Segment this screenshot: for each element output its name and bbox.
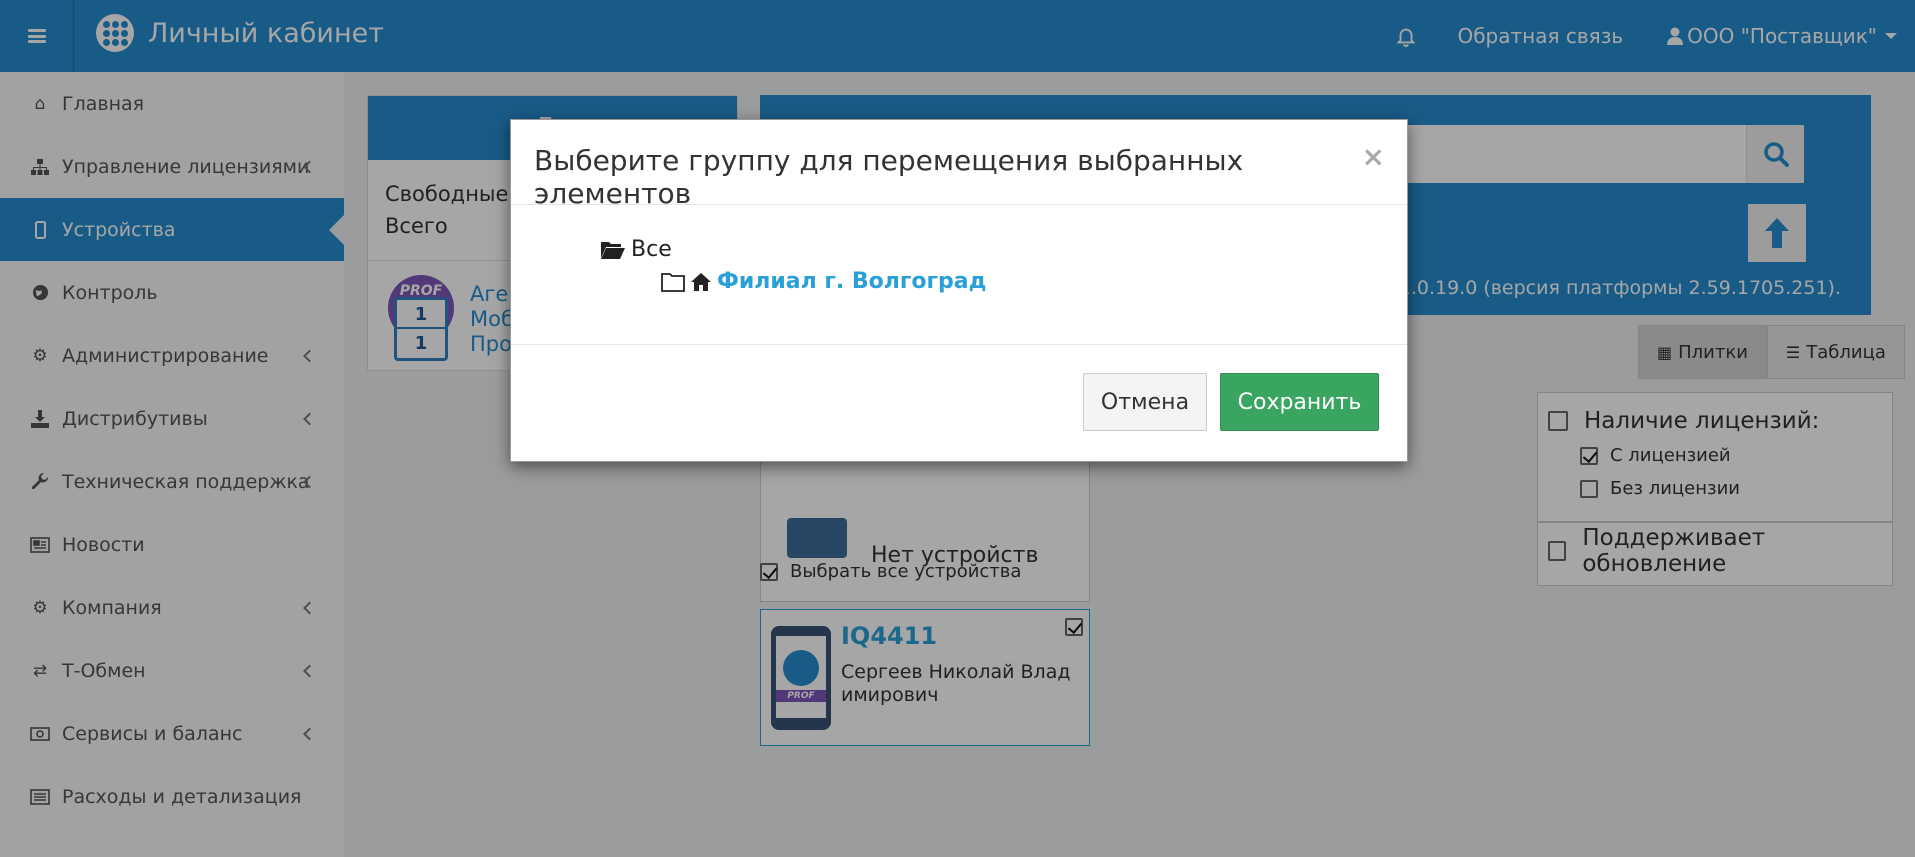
tree-node-branch[interactable]: Филиал г. Волгоград bbox=[661, 269, 986, 294]
folder-icon bbox=[661, 272, 685, 292]
tree-node-root[interactable]: Все bbox=[601, 237, 672, 262]
folder-open-icon bbox=[601, 241, 625, 259]
home-icon bbox=[691, 272, 711, 291]
group-tree: Все Филиал г. Волгоград bbox=[511, 205, 1407, 345]
move-group-dialog: Выберите группу для перемещения выбранны… bbox=[510, 119, 1408, 462]
dialog-title: Выберите группу для перемещения выбранны… bbox=[534, 144, 1244, 210]
close-button[interactable]: × bbox=[1362, 140, 1385, 173]
cancel-button[interactable]: Отмена bbox=[1083, 373, 1207, 431]
save-button[interactable]: Сохранить bbox=[1220, 373, 1379, 431]
tree-node-label: Филиал г. Волгоград bbox=[717, 269, 987, 294]
tree-node-label: Все bbox=[631, 237, 672, 262]
